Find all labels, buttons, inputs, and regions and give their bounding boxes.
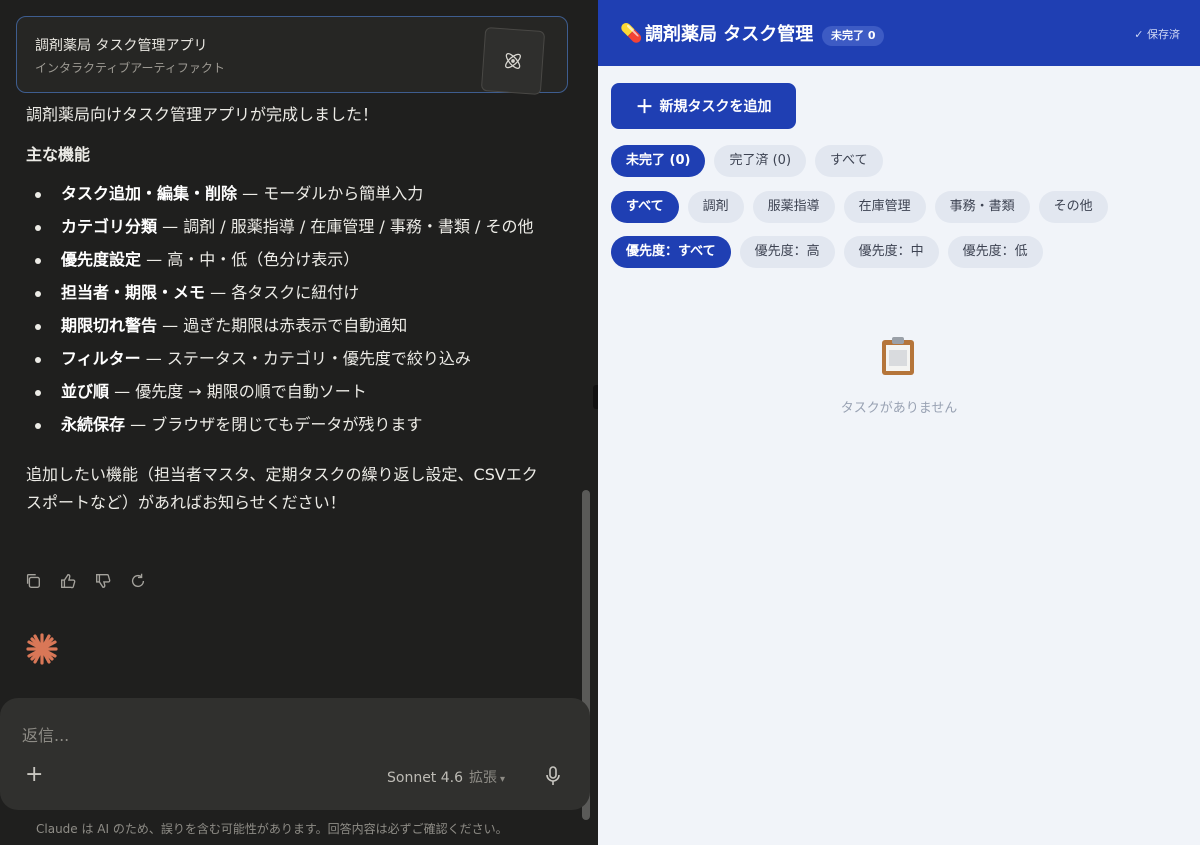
- feature-item: 期限切れ警告 — 過ぎた期限は赤表示で自動通知: [26, 312, 546, 340]
- filter-priority-low[interactable]: 優先度：低: [947, 236, 1043, 268]
- filter-category-all[interactable]: すべて: [611, 191, 679, 223]
- category-filter-row: すべて 調剤 服薬指導 在庫管理 事務・書類 その他: [611, 191, 1108, 223]
- feature-name: カテゴリ分類: [61, 217, 158, 236]
- retry-icon[interactable]: [129, 570, 147, 592]
- feature-name: 永続保存: [61, 415, 126, 434]
- app-header: 💊 調剤薬局 タスク管理 未完了 0 ✓ 保存済: [598, 0, 1200, 66]
- pending-count-badge: 未完了 0: [822, 26, 885, 46]
- feature-item: 並び順 — 優先度 → 期限の順で自動ソート: [26, 378, 546, 406]
- feature-item: タスク追加・編集・削除 — モーダルから簡単入力: [26, 180, 546, 208]
- disclaimer: Claude は AI のため、誤りを含む可能性があります。回答内容は必ずご確認…: [36, 822, 508, 836]
- microphone-icon[interactable]: [544, 765, 562, 787]
- artifact-card[interactable]: 調剤薬局 タスク管理アプリ インタラクティブアーティファクト: [16, 16, 568, 96]
- filter-category-dispensing[interactable]: 調剤: [687, 191, 744, 223]
- model-name: Sonnet 4.6: [387, 770, 464, 786]
- pill-icon: 💊: [620, 23, 643, 44]
- clipboard-icon: [882, 337, 914, 375]
- reply-input[interactable]: 返信...: [22, 722, 69, 746]
- filter-category-inventory[interactable]: 在庫管理: [843, 191, 926, 223]
- composer: 返信... + Sonnet 4.6 拡張 ▾: [0, 698, 590, 810]
- claude-logo-icon: [26, 633, 58, 665]
- feature-item: 担当者・期限・メモ — 各タスクに紐付け: [26, 279, 546, 307]
- model-selector[interactable]: Sonnet 4.6 拡張 ▾: [387, 767, 505, 787]
- feature-item: 永続保存 — ブラウザを閉じてもデータが残ります: [26, 411, 546, 439]
- plus-icon: ＋: [635, 97, 654, 117]
- feature-item: 優先度設定 — 高・中・低（色分け表示）: [26, 246, 546, 274]
- copy-icon[interactable]: [24, 570, 42, 592]
- filter-status-done[interactable]: 完了済 (0): [714, 145, 807, 177]
- empty-state-text: タスクがありません: [840, 401, 958, 416]
- atom-icon: [505, 53, 521, 69]
- feature-name: 優先度設定: [61, 250, 142, 269]
- priority-filter-row: 優先度：すべて 優先度：高 優先度：中 優先度：低: [611, 236, 1043, 268]
- filter-category-medication-guidance[interactable]: 服薬指導: [752, 191, 835, 223]
- message-heading: 主な機能: [26, 145, 91, 164]
- feature-desc: — モーダルから簡単入力: [237, 184, 424, 203]
- filter-category-other[interactable]: その他: [1038, 191, 1108, 223]
- app-title: 調剤薬局 タスク管理: [645, 24, 814, 45]
- feature-desc: — 過ぎた期限は赤表示で自動通知: [157, 316, 408, 335]
- artifact-app: 💊 調剤薬局 タスク管理 未完了 0 ✓ 保存済 ＋ 新規タスクを追加 未完了 …: [598, 0, 1200, 845]
- feature-item: フィルター — ステータス・カテゴリ・優先度で絞り込み: [26, 345, 546, 373]
- filter-priority-all[interactable]: 優先度：すべて: [611, 236, 731, 268]
- filter-priority-medium[interactable]: 優先度：中: [843, 236, 939, 268]
- feature-name: 期限切れ警告: [61, 316, 158, 335]
- artifact-thumbnail: [480, 26, 546, 96]
- thumbs-up-icon[interactable]: [59, 570, 77, 592]
- feature-desc: — 調剤 / 服薬指導 / 在庫管理 / 事務・書類 / その他: [157, 217, 534, 236]
- chevron-down-icon: ▾: [500, 774, 506, 785]
- feature-name: 担当者・期限・メモ: [61, 283, 206, 302]
- message-intro: 調剤薬局向けタスク管理アプリが完成しました！: [26, 105, 379, 124]
- status-filter-row: 未完了 (0) 完了済 (0) すべて: [611, 145, 883, 177]
- artifact-subtitle: インタラクティブアーティファクト: [35, 61, 225, 75]
- add-task-label: 新規タスクを追加: [659, 98, 772, 114]
- message-actions: [24, 570, 147, 592]
- feature-name: フィルター: [61, 349, 141, 368]
- feature-desc: — 各タスクに紐付け: [205, 283, 360, 302]
- add-task-button[interactable]: ＋ 新規タスクを追加: [611, 83, 796, 129]
- feature-item: カテゴリ分類 — 調剤 / 服薬指導 / 在庫管理 / 事務・書類 / その他: [26, 213, 546, 241]
- model-mode: 拡張: [469, 770, 498, 786]
- thumbs-down-icon[interactable]: [94, 570, 112, 592]
- feature-desc: — 優先度 → 期限の順で自動ソート: [109, 382, 367, 401]
- filter-category-paperwork[interactable]: 事務・書類: [934, 191, 1030, 223]
- filter-status-pending[interactable]: 未完了 (0): [611, 145, 706, 177]
- feature-desc: — ステータス・カテゴリ・優先度で絞り込み: [140, 349, 471, 368]
- artifact-title: 調剤薬局 タスク管理アプリ: [35, 38, 208, 54]
- message-outro: 追加したい機能（担当者マスタ、定期タスクの繰り返し設定、CSVエクスポートなど）…: [26, 465, 538, 512]
- feature-name: タスク追加・編集・削除: [61, 184, 238, 203]
- feature-desc: — 高・中・低（色分け表示）: [141, 250, 360, 269]
- feature-desc: — ブラウザを閉じてもデータが残ります: [125, 415, 423, 434]
- saved-status: ✓ 保存済: [1134, 28, 1180, 41]
- feature-name: 並び順: [61, 382, 110, 401]
- chat-panel: 調剤薬局 タスク管理アプリ インタラクティブアーティファクト 調剤薬局向けタスク…: [0, 0, 598, 845]
- feature-list: タスク追加・編集・削除 — モーダルから簡単入力 カテゴリ分類 — 調剤 / 服…: [26, 180, 546, 439]
- filter-status-all[interactable]: すべて: [815, 145, 883, 177]
- assistant-message: 調剤薬局向けタスク管理アプリが完成しました！ 主な機能 タスク追加・編集・削除 …: [26, 100, 546, 517]
- add-attachment-button[interactable]: +: [25, 764, 43, 786]
- filter-priority-high[interactable]: 優先度：高: [739, 236, 835, 268]
